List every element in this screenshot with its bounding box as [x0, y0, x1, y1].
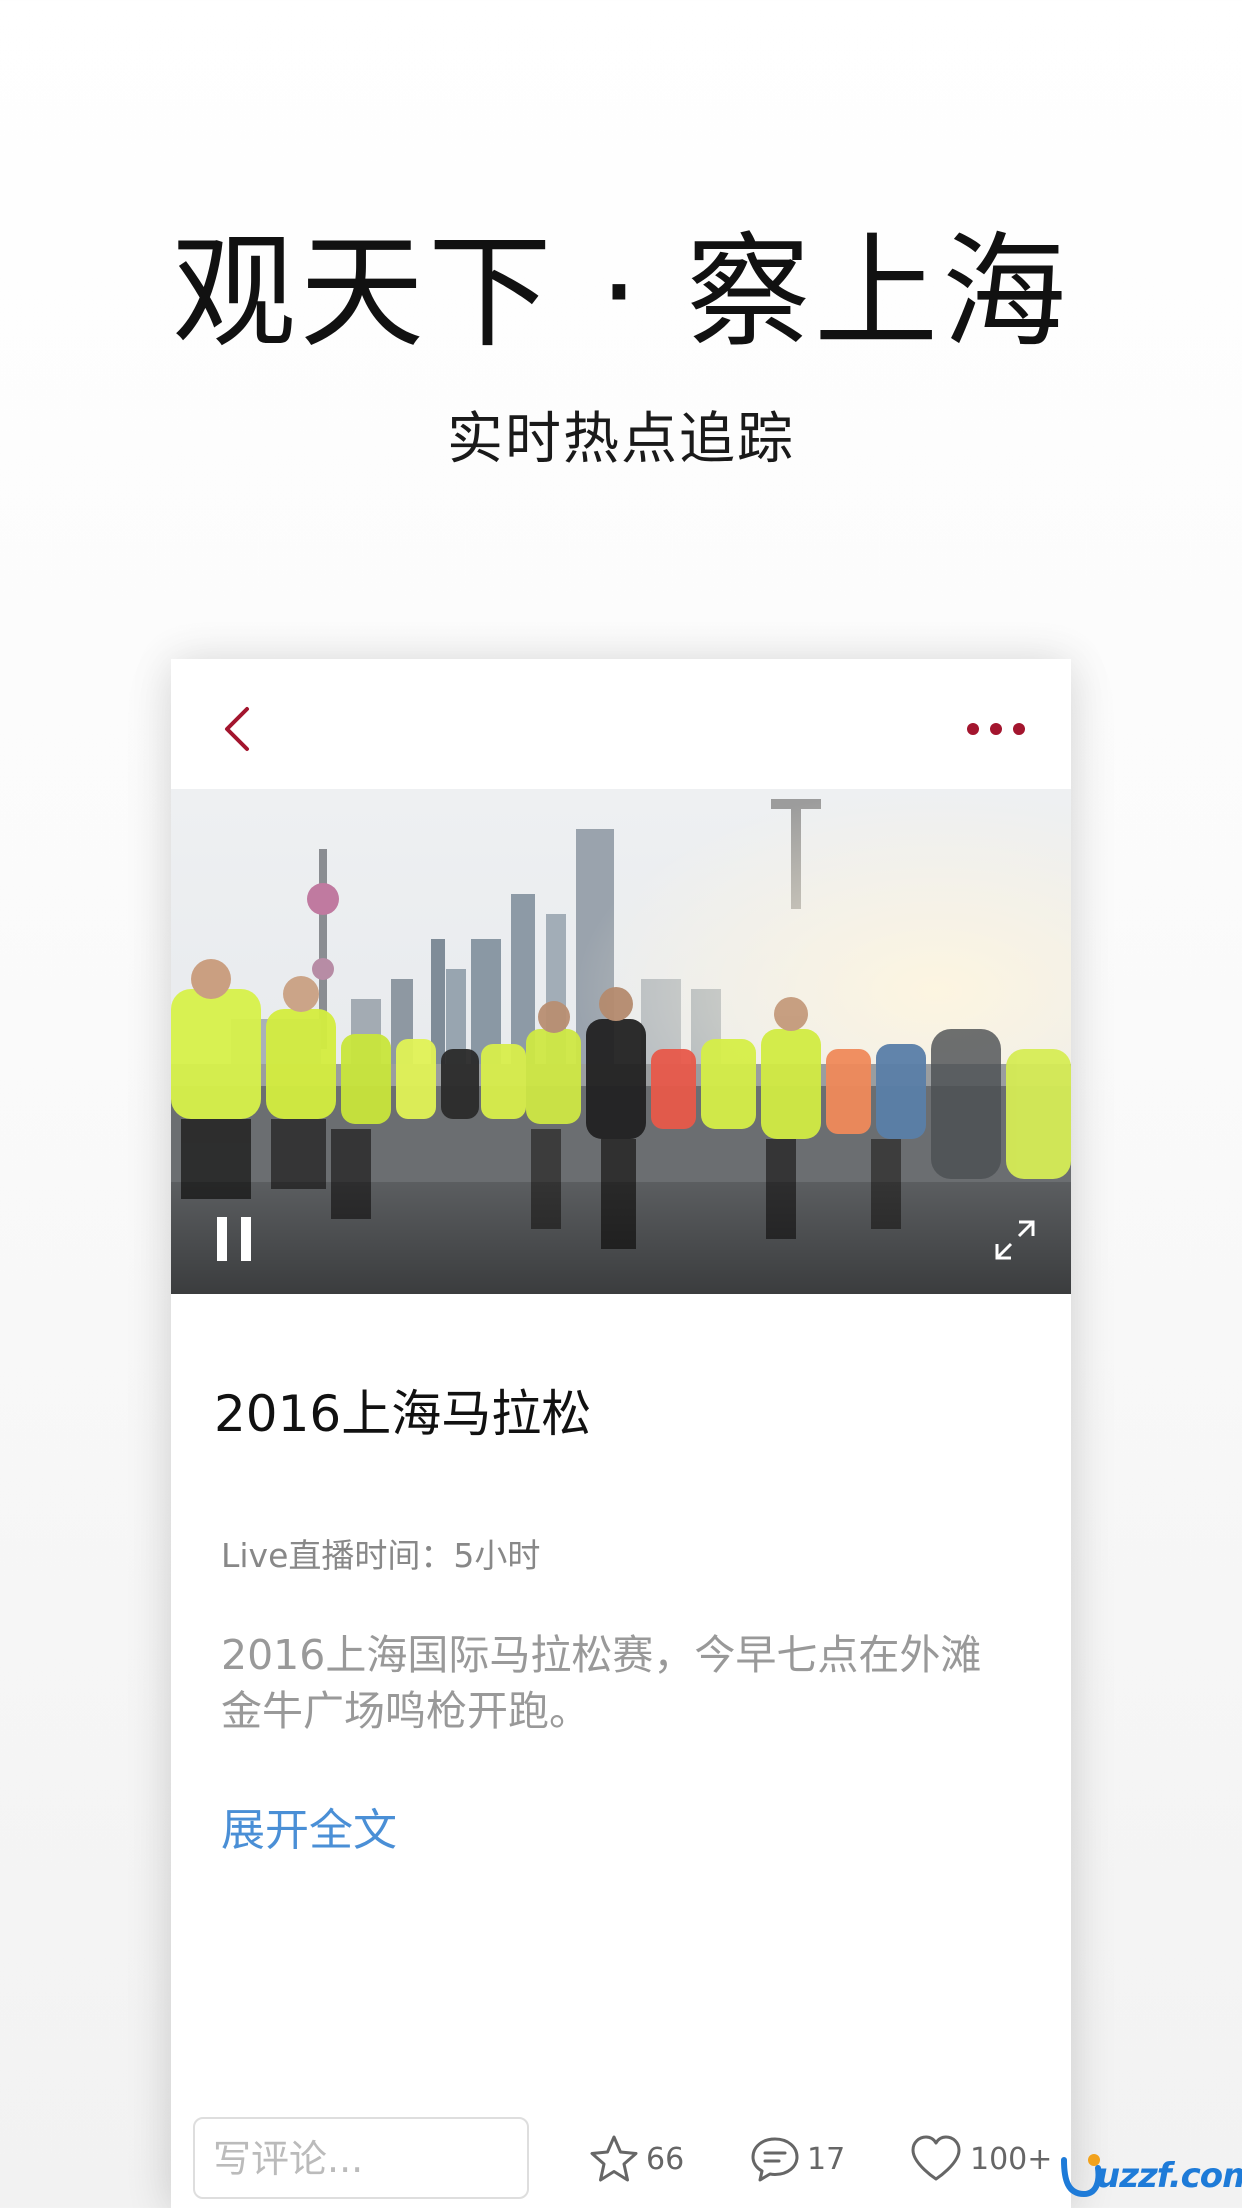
comments-button[interactable]: 17 — [749, 2131, 845, 2187]
hero-title: 观天下 · 察上海 — [171, 221, 1071, 365]
favorite-count: 66 — [646, 2141, 685, 2177]
back-button[interactable] — [211, 701, 267, 757]
comment-count: 17 — [807, 2141, 846, 2177]
pause-button[interactable] — [213, 1214, 257, 1264]
like-button[interactable]: 100+ — [908, 2131, 1052, 2187]
live-duration: Live直播时间：5小时 — [221, 1536, 541, 1575]
more-dots-icon — [967, 723, 1025, 735]
bottom-action-bar: 写评论... 66 17 100+ — [171, 2089, 1071, 2208]
nav-bar — [171, 659, 1071, 789]
heart-icon — [911, 2135, 961, 2181]
phone-screen: 2016上海马拉松 Live直播时间：5小时 2016上海国际马拉松赛，今早七点… — [171, 659, 1071, 2208]
chevron-left-icon — [225, 707, 249, 751]
article-summary: 2016上海国际马拉松赛，今早七点在外滩金牛广场鸣枪开跑。 — [221, 1631, 982, 1735]
like-count: 100+ — [970, 2141, 1053, 2177]
fullscreen-button[interactable] — [991, 1216, 1039, 1264]
comment-bubble-icon — [751, 2137, 799, 2182]
favorite-button[interactable]: 66 — [588, 2131, 684, 2187]
video-player[interactable] — [171, 789, 1071, 1294]
video-controls — [171, 1182, 1071, 1294]
star-icon — [590, 2135, 638, 2182]
pause-icon — [217, 1217, 251, 1261]
hero-subtitle: 实时热点追踪 — [447, 407, 795, 472]
more-button[interactable] — [961, 709, 1031, 749]
watermark-text: uzzf.com — [1096, 2156, 1242, 2196]
fullscreen-icon — [995, 1220, 1035, 1260]
site-watermark: uzzf.com — [1058, 2148, 1242, 2204]
comment-input[interactable]: 写评论... — [193, 2117, 529, 2199]
article-title: 2016上海马拉松 — [214, 1385, 592, 1443]
expand-full-text-link[interactable]: 展开全文 — [221, 1801, 397, 1861]
